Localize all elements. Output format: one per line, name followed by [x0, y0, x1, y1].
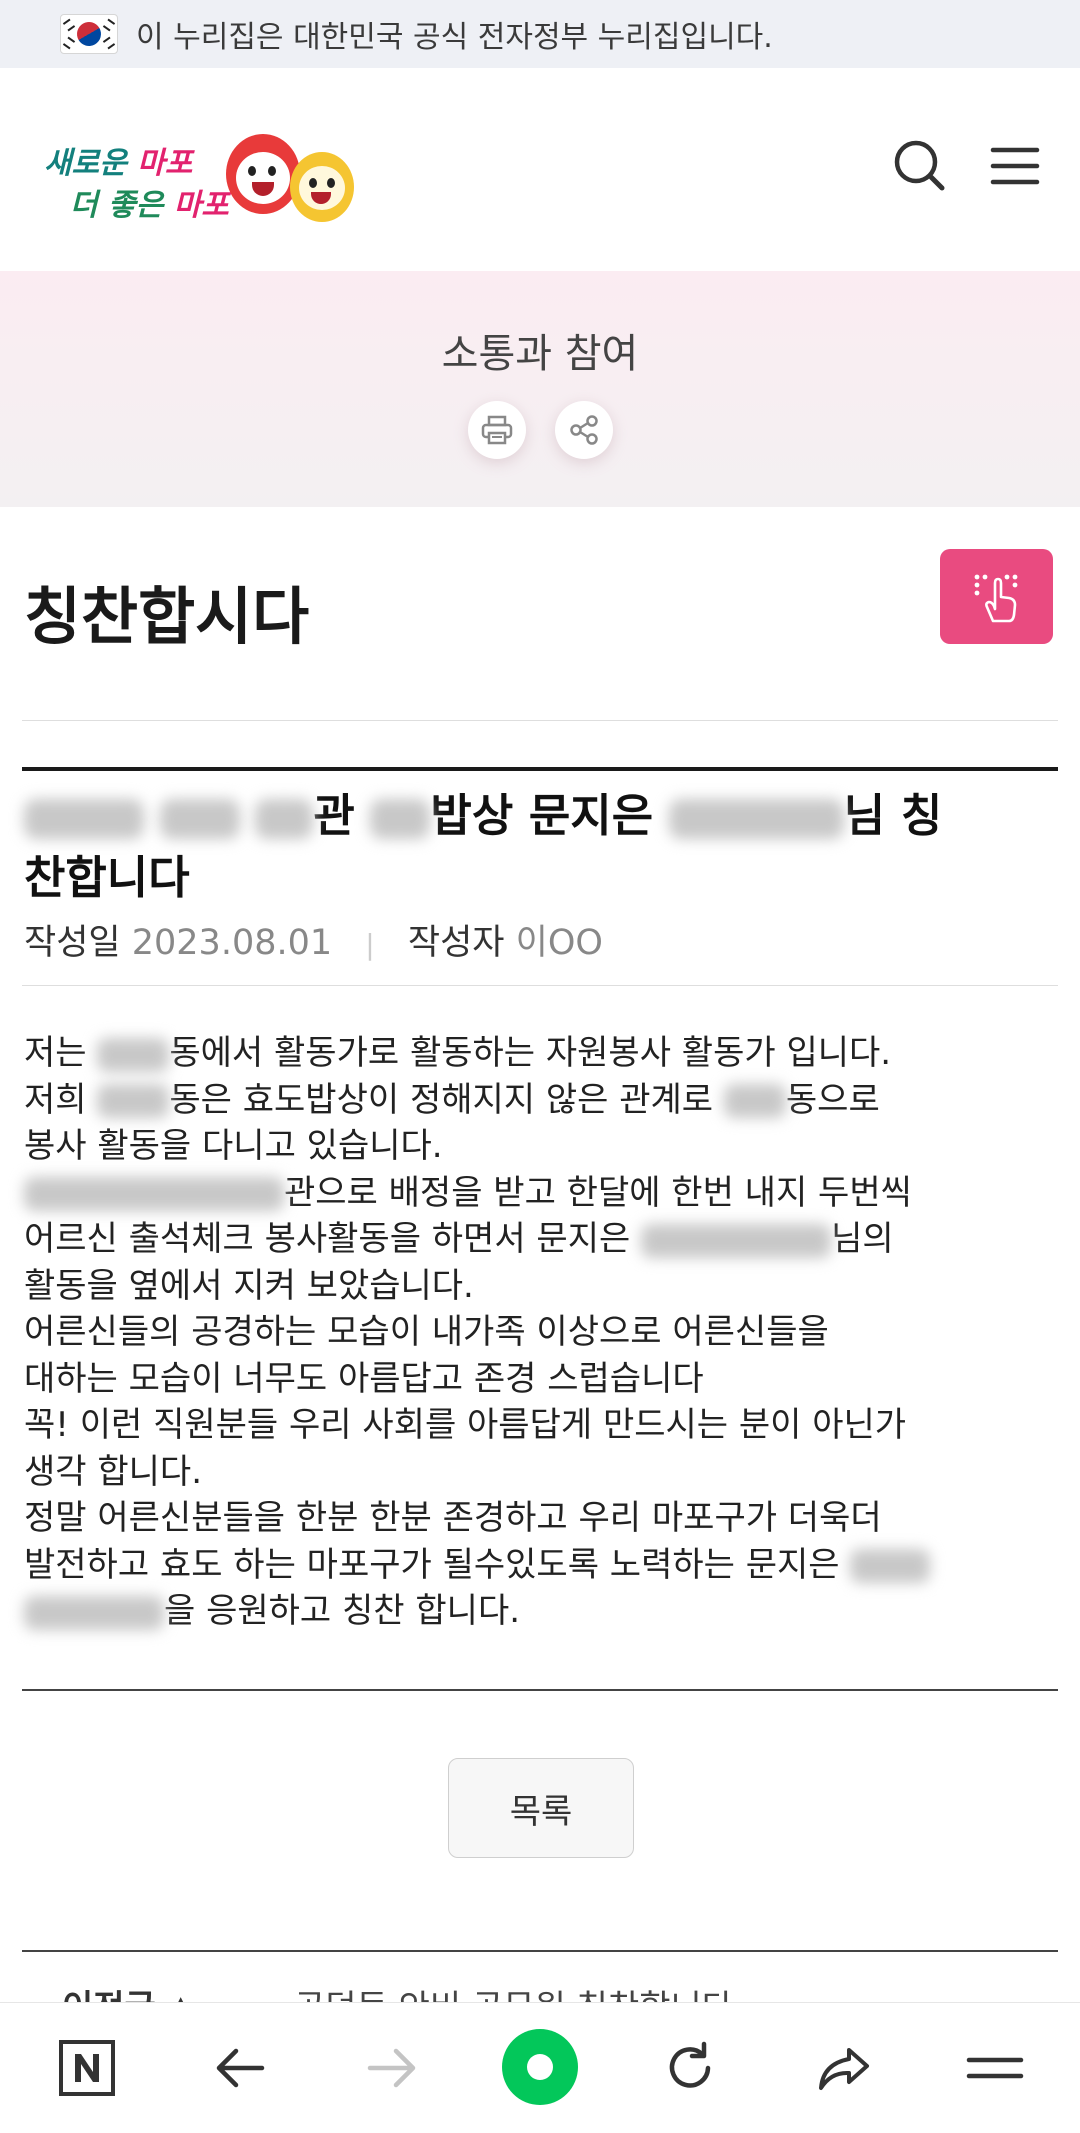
post-top-border [22, 767, 1058, 771]
redacted-text [24, 799, 144, 839]
list-button[interactable]: 목록 [448, 1758, 634, 1858]
prev-next-border [22, 1950, 1058, 1952]
meta-separator: | [365, 928, 375, 961]
mapo-logo[interactable]: 새로운 마포 더 좋은 마포 [44, 130, 364, 240]
redacted-text [97, 1084, 170, 1118]
mascot-red-icon [226, 134, 300, 214]
browser-toolbar [0, 2002, 1080, 2133]
print-icon [481, 415, 513, 445]
redacted-text [97, 1037, 170, 1072]
redacted-text [159, 799, 240, 839]
post-bottom-border [22, 1689, 1058, 1691]
redacted-text [24, 1177, 284, 1211]
redacted-text [255, 799, 314, 839]
naver-n-icon[interactable] [52, 2033, 122, 2103]
share-icon[interactable] [808, 2033, 878, 2103]
section-hero: 소통과 참여 [0, 271, 1080, 507]
share-button[interactable] [555, 401, 613, 459]
search-icon[interactable] [890, 136, 950, 196]
section-title: 소통과 참여 [441, 331, 639, 377]
braille-button[interactable] [940, 549, 1053, 644]
forward-arrow-icon[interactable] [357, 2033, 427, 2103]
print-button[interactable] [468, 401, 526, 459]
korea-flag-icon [60, 14, 118, 54]
mascot-yellow-icon [290, 152, 354, 222]
back-arrow-icon[interactable] [205, 2033, 275, 2103]
post-meta: 작성일 2023.08.01 | 작성자 이OO [24, 914, 603, 965]
redacted-text [24, 1595, 164, 1630]
redacted-text [668, 799, 844, 839]
date-label: 작성일 [24, 923, 121, 963]
gov-banner: 이 누리집은 대한민국 공식 전자정부 누리집입니다. [0, 0, 1080, 68]
naver-green-dot-icon[interactable] [500, 2027, 580, 2107]
menu-icon[interactable] [960, 2033, 1030, 2103]
site-header: 새로운 마포 더 좋은 마포 [0, 68, 1080, 271]
author-label: 작성자 [407, 923, 505, 963]
gov-banner-text: 이 누리집은 대한민국 공식 전자정부 누리집입니다. [136, 20, 773, 55]
reload-icon[interactable] [655, 2033, 725, 2103]
redacted-text [723, 1084, 786, 1118]
redacted-text [850, 1549, 931, 1583]
redacted-text [370, 799, 431, 839]
logo-line-1: 새로운 마포 [44, 146, 193, 181]
date-value: 2023.08.01 [131, 923, 333, 963]
share-icon [570, 415, 598, 445]
post-title: 관 밥상 문지은 님 칭 찬합니다 [24, 789, 943, 904]
page-title: 칭찬합시다 [24, 580, 310, 653]
hamburger-menu-icon[interactable] [985, 136, 1045, 196]
logo-line-2: 더 좋은 마포 [70, 188, 229, 223]
braille-touch-icon [974, 574, 1017, 622]
divider [22, 720, 1058, 721]
post-body: 저는 동에서 활동가로 활동하는 자원봉사 활동가 입니다. 저희 동은 효도밥… [24, 1030, 1054, 1635]
author-value: 이OO [515, 923, 603, 963]
divider [22, 985, 1058, 986]
redacted-text [641, 1223, 832, 1258]
